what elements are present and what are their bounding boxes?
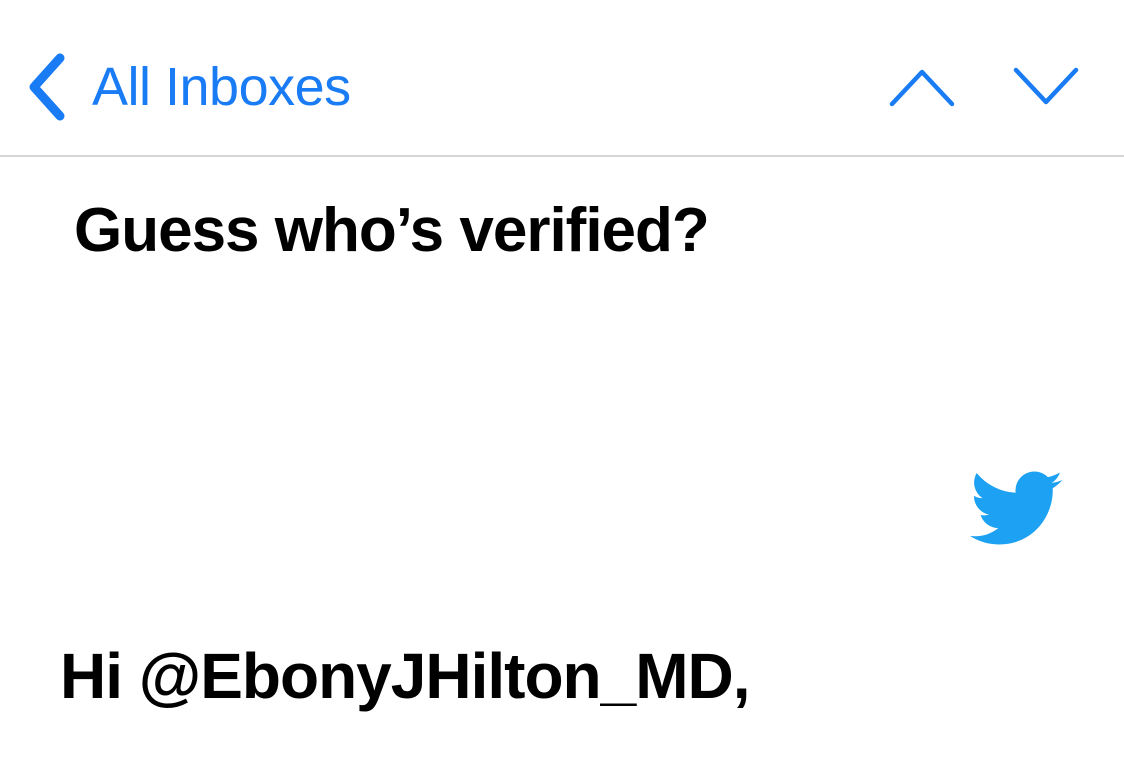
previous-message-button[interactable] [888, 62, 956, 110]
chevron-down-icon [1013, 67, 1079, 105]
chevron-left-icon [29, 53, 65, 121]
back-to-all-inboxes-button[interactable]: All Inboxes [24, 50, 351, 124]
next-message-button[interactable] [1012, 62, 1080, 110]
mail-navigation-bar: All Inboxes [0, 0, 1124, 157]
email-headline: Guess who’s verified? [74, 196, 710, 265]
email-greeting: Hi @EbonyJHilton_MD, [60, 640, 751, 712]
email-body: Guess who’s verified? Hi @EbonyJHilton_M… [0, 157, 1124, 782]
chevron-up-icon [889, 69, 955, 107]
back-button-label: All Inboxes [92, 57, 351, 117]
twitter-bird-icon [970, 471, 1063, 545]
